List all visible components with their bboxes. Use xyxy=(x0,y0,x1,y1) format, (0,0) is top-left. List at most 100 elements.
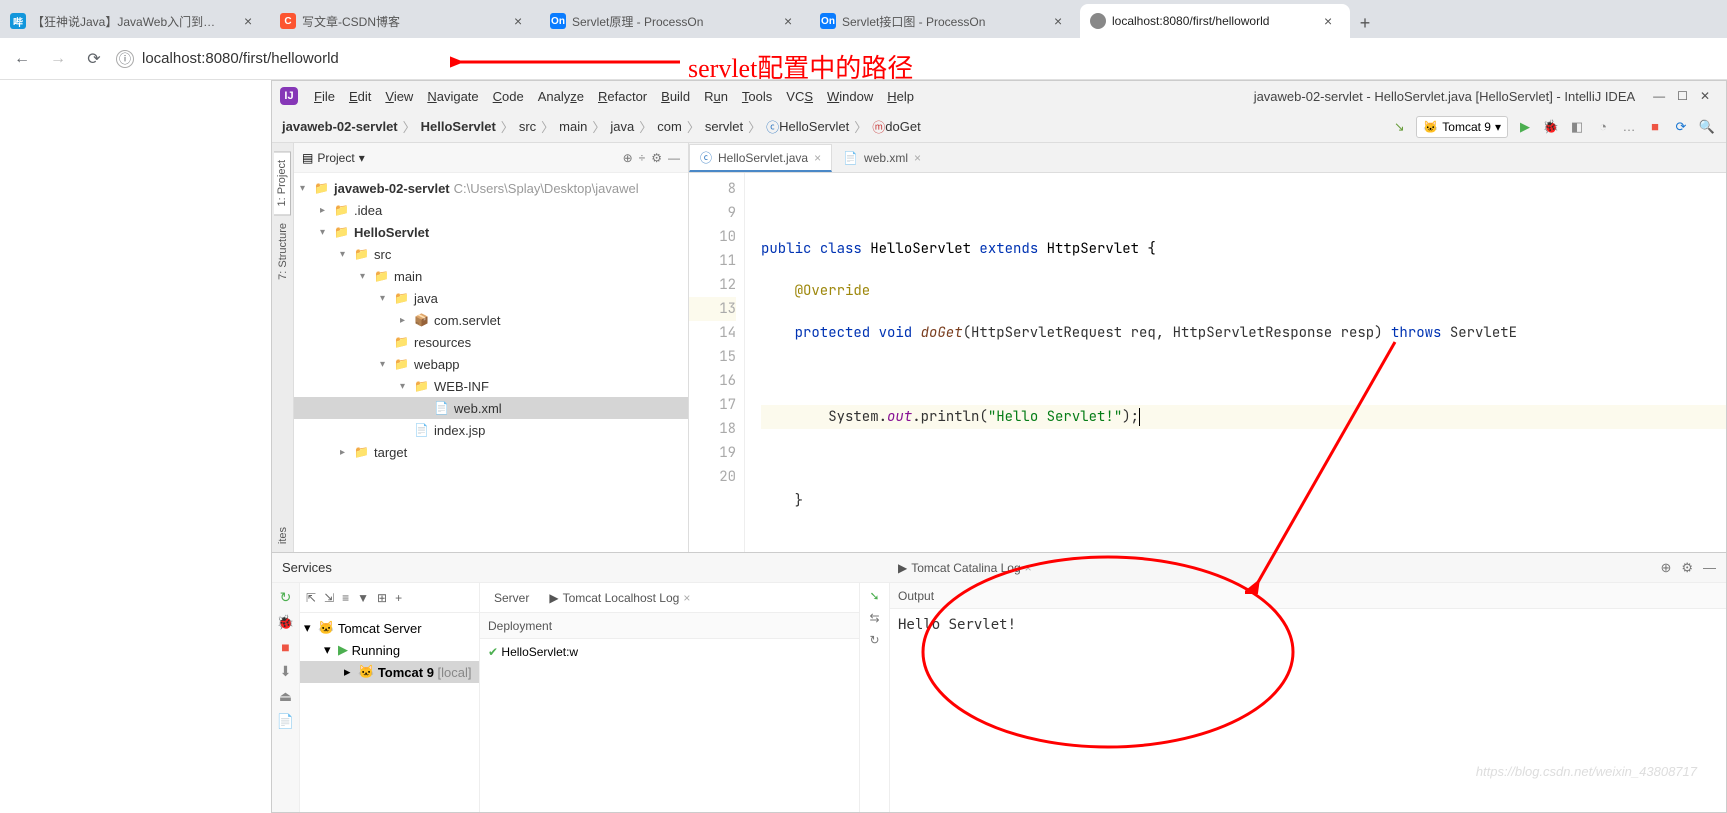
menu-build[interactable]: Build xyxy=(655,87,696,106)
services-tree[interactable]: ▾🐱 Tomcat Server ▾▶ Running ▸🐱 Tomcat 9 … xyxy=(300,613,479,687)
close-icon[interactable]: × xyxy=(683,591,690,605)
run-button[interactable]: ▶ xyxy=(1516,118,1534,136)
hide-icon[interactable]: — xyxy=(668,151,680,165)
update-button[interactable]: ⟳ xyxy=(1672,118,1690,136)
run-config-selector[interactable]: 🐱Tomcat 9▾ xyxy=(1416,116,1508,138)
back-button[interactable]: ← xyxy=(8,45,36,73)
new-tab-button[interactable]: + xyxy=(1350,8,1380,38)
add-icon[interactable]: + xyxy=(395,591,402,605)
minimize-button[interactable]: — xyxy=(1653,89,1665,103)
tree-indexjsp: 📄index.jsp xyxy=(294,419,688,441)
group-icon[interactable]: ≡ xyxy=(342,591,349,605)
services-deployment-header: Deployment xyxy=(480,613,859,639)
attach-button[interactable]: … xyxy=(1620,118,1638,136)
stop-icon[interactable]: ■ xyxy=(281,639,289,655)
browser-tab-2[interactable]: OnServlet原理 - ProcessOn× xyxy=(540,4,810,38)
collapse-all-icon[interactable]: ⇲ xyxy=(324,591,334,605)
locate-icon[interactable]: ⊕ xyxy=(623,151,633,165)
stop-button[interactable]: ■ xyxy=(1646,118,1664,136)
gear-icon[interactable]: ⚙ xyxy=(1681,560,1693,576)
browser-tab-1[interactable]: C写文章-CSDN博客× xyxy=(270,4,540,38)
tree-pkg: ▸📦com.servlet xyxy=(294,309,688,331)
forward-button[interactable]: → xyxy=(44,45,72,73)
tool-tab-favorites[interactable]: ites xyxy=(275,519,291,552)
services-title: Services xyxy=(282,560,332,575)
close-icon[interactable]: × xyxy=(1324,13,1340,29)
maximize-button[interactable]: ☐ xyxy=(1677,89,1688,103)
scroll-end-icon[interactable]: ↻ xyxy=(869,633,879,647)
services-tab-log2[interactable]: ▶Tomcat Catalina Log× xyxy=(890,558,1040,578)
editor-tab-webxml[interactable]: 📄web.xml× xyxy=(832,144,932,172)
tool-tab-project[interactable]: 1: Project xyxy=(274,151,291,215)
java-class-icon: ⓒ xyxy=(700,149,712,166)
menu-help[interactable]: Help xyxy=(881,87,920,106)
menu-navigate[interactable]: Navigate xyxy=(421,87,484,106)
menu-analyze[interactable]: Analyze xyxy=(532,87,590,106)
tab-title: localhost:8080/first/helloworld xyxy=(1112,14,1318,28)
breadcrumb[interactable]: javaweb-02-servlet〉 HelloServlet〉 src〉 m… xyxy=(282,117,921,136)
dump-icon[interactable]: 📄 xyxy=(277,713,294,730)
menu-refactor[interactable]: Refactor xyxy=(592,87,653,106)
hide-icon[interactable]: — xyxy=(1703,560,1716,576)
close-icon[interactable]: × xyxy=(784,13,800,29)
tool-tab-structure[interactable]: 7: Structure xyxy=(275,215,291,288)
expand-all-icon[interactable]: ⇱ xyxy=(306,591,316,605)
code-editor[interactable]: 8910 11 121314151617 18 1920 public clas… xyxy=(689,173,1726,552)
tree-src: ▾📁src xyxy=(294,243,688,265)
tree-target: ▸📁target xyxy=(294,441,688,463)
tree-root: ▾📁javaweb-02-servletC:\Users\Splay\Deskt… xyxy=(294,177,688,199)
menu-code[interactable]: Code xyxy=(487,87,530,106)
project-tree[interactable]: ▾📁javaweb-02-servletC:\Users\Splay\Deskt… xyxy=(294,173,688,552)
gutter: 8910 11 121314151617 18 1920 xyxy=(689,173,745,552)
menu-window[interactable]: Window xyxy=(821,87,879,106)
menu-file[interactable]: File xyxy=(308,87,341,106)
project-view-selector[interactable]: Project ▾ xyxy=(317,151,364,165)
ide-breadcrumb-bar: javaweb-02-servlet〉 HelloServlet〉 src〉 m… xyxy=(272,111,1726,143)
services-deployment-list[interactable]: ✔ HelloServlet:w xyxy=(480,639,859,812)
exit-icon[interactable]: ⏏ xyxy=(279,688,292,705)
thread-dump-icon[interactable]: ⬇ xyxy=(280,663,292,680)
browser-tab-4[interactable]: localhost:8080/first/helloworld × xyxy=(1080,4,1350,38)
search-icon[interactable]: 🔍 xyxy=(1698,118,1716,136)
coverage-button[interactable]: ◧ xyxy=(1568,118,1586,136)
favicon-icon: On xyxy=(820,13,836,29)
address-bar[interactable]: localhost:8080/first/helloworld xyxy=(142,44,1719,74)
services-tab-server[interactable]: Server xyxy=(486,588,537,608)
gear-icon[interactable]: ⚙ xyxy=(651,151,662,165)
intellij-window: IJ File Edit View Navigate Code Analyze … xyxy=(271,80,1727,813)
open-browser-icon[interactable]: ➘ xyxy=(869,589,879,603)
output-console[interactable]: Hello Servlet! xyxy=(890,609,1726,812)
soft-wrap-icon[interactable]: ⇆ xyxy=(869,611,879,625)
close-icon[interactable]: × xyxy=(914,151,921,165)
debug-button[interactable]: 🐞 xyxy=(1542,118,1560,136)
services-tab-log1[interactable]: ▶Tomcat Localhost Log× xyxy=(541,588,698,608)
tool-window-stripe-left: 1: Project 7: Structure ites xyxy=(272,143,294,552)
tomcat-icon: 🐱 xyxy=(1423,120,1438,134)
close-button[interactable]: ✕ xyxy=(1700,89,1710,103)
close-icon[interactable]: × xyxy=(244,13,260,29)
close-icon[interactable]: × xyxy=(1025,561,1032,575)
layout-icon[interactable]: ⊞ xyxy=(377,591,387,605)
profile-button[interactable]: ◔ xyxy=(1594,118,1612,136)
site-info-icon[interactable]: ⓘ xyxy=(116,50,134,68)
filter-icon[interactable]: ▼ xyxy=(357,591,369,605)
close-icon[interactable]: × xyxy=(1054,13,1070,29)
code-body[interactable]: public class HelloServlet extends HttpSe… xyxy=(745,173,1726,552)
ide-menubar: IJ File Edit View Navigate Code Analyze … xyxy=(272,81,1726,111)
editor-tab-hello[interactable]: ⓒHelloServlet.java× xyxy=(689,144,832,172)
reload-button[interactable]: ⟳ xyxy=(80,45,108,73)
menu-vcs[interactable]: VCS xyxy=(780,87,819,106)
close-icon[interactable]: × xyxy=(814,151,821,165)
close-icon[interactable]: × xyxy=(514,13,530,29)
build-icon[interactable]: ↘ xyxy=(1390,118,1408,136)
menu-view[interactable]: View xyxy=(379,87,419,106)
expand-icon[interactable]: ÷ xyxy=(639,151,646,165)
menu-edit[interactable]: Edit xyxy=(343,87,377,106)
menu-run[interactable]: Run xyxy=(698,87,734,106)
debug-icon[interactable]: 🐞 xyxy=(277,614,294,631)
browser-tab-3[interactable]: OnServlet接口图 - ProcessOn× xyxy=(810,4,1080,38)
locate-icon[interactable]: ⊕ xyxy=(1660,560,1671,576)
menu-tools[interactable]: Tools xyxy=(736,87,778,106)
rerun-icon[interactable]: ↻ xyxy=(280,589,292,606)
browser-tab-0[interactable]: 哔【狂神说Java】JavaWeb入门到…× xyxy=(0,4,270,38)
